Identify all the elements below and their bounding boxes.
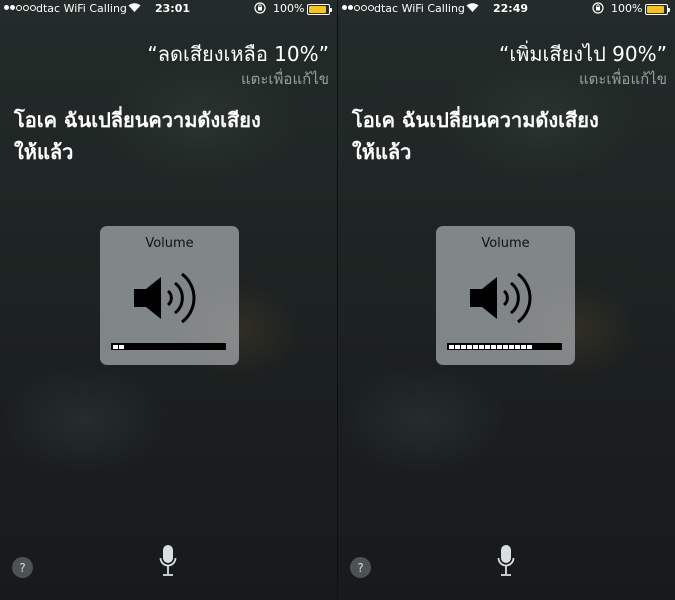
volume-segment (491, 344, 496, 349)
wifi-icon (466, 2, 479, 16)
volume-segment (527, 344, 532, 349)
siri-screen-left: dtac WiFi Calling 23:01 100% “ลดเสียงเหล… (0, 0, 337, 600)
battery-fill (647, 6, 664, 13)
status-bar: dtac WiFi Calling 23:01 100% (0, 0, 337, 18)
status-time: 23:01 (155, 2, 191, 15)
carrier-label: dtac WiFi Calling (36, 2, 127, 15)
response-line-1: โอเค ฉันเปลี่ยนความดังเสียง (14, 108, 261, 132)
status-bar: dtac WiFi Calling 22:49 100% (338, 0, 675, 18)
response-line-2: ให้แล้ว (14, 140, 74, 164)
volume-title: Volume (145, 236, 194, 251)
siri-query-text[interactable]: “ลดเสียงเหลือ 10%” (147, 38, 329, 70)
tap-to-edit-link[interactable]: แตะเพื่อแก้ไข (579, 67, 667, 91)
volume-segment (509, 344, 514, 349)
speaker-icon (130, 270, 208, 330)
siri-query-text[interactable]: “เพิ่มเสียงไป 90%” (499, 38, 667, 70)
siri-response: โอเค ฉันเปลี่ยนความดังเสียง ให้แล้ว (14, 104, 304, 168)
volume-segment (479, 344, 484, 349)
response-line-1: โอเค ฉันเปลี่ยนความดังเสียง (352, 108, 599, 132)
speaker-icon (466, 270, 544, 330)
siri-screen-right: dtac WiFi Calling 22:49 100% “เพิ่มเสียง… (338, 0, 675, 600)
volume-segment (467, 344, 472, 349)
microphone-icon[interactable] (497, 544, 515, 581)
microphone-icon[interactable] (159, 544, 177, 581)
volume-segment (485, 344, 490, 349)
volume-segment (461, 344, 466, 349)
volume-segment (515, 344, 520, 349)
carrier-label: dtac WiFi Calling (374, 2, 465, 15)
volume-level-bar (111, 343, 226, 350)
help-button[interactable]: ? (12, 557, 33, 578)
battery-icon (645, 4, 670, 15)
volume-segment (449, 344, 454, 349)
siri-response: โอเค ฉันเปลี่ยนความดังเสียง ให้แล้ว (352, 104, 642, 168)
battery-icon (307, 4, 332, 15)
volume-level-bar (447, 343, 562, 350)
volume-segment (497, 344, 502, 349)
volume-segment (473, 344, 478, 349)
wifi-icon (128, 2, 141, 16)
volume-segment (503, 344, 508, 349)
response-line-2: ให้แล้ว (352, 140, 412, 164)
signal-strength-icon (4, 5, 36, 11)
volume-title: Volume (481, 236, 530, 251)
volume-segment (119, 344, 124, 349)
signal-strength-icon (342, 5, 374, 11)
volume-hud: Volume (100, 226, 239, 365)
status-time: 22:49 (493, 2, 529, 15)
volume-segment (455, 344, 460, 349)
rotation-lock-icon (254, 2, 266, 17)
rotation-lock-icon (592, 2, 604, 17)
battery-percent: 100% (611, 2, 643, 15)
battery-fill (309, 6, 326, 13)
volume-hud: Volume (436, 226, 575, 365)
tap-to-edit-link[interactable]: แตะเพื่อแก้ไข (241, 67, 329, 91)
volume-segment (521, 344, 526, 349)
help-button[interactable]: ? (350, 557, 371, 578)
battery-percent: 100% (273, 2, 305, 15)
volume-segment (113, 344, 118, 349)
